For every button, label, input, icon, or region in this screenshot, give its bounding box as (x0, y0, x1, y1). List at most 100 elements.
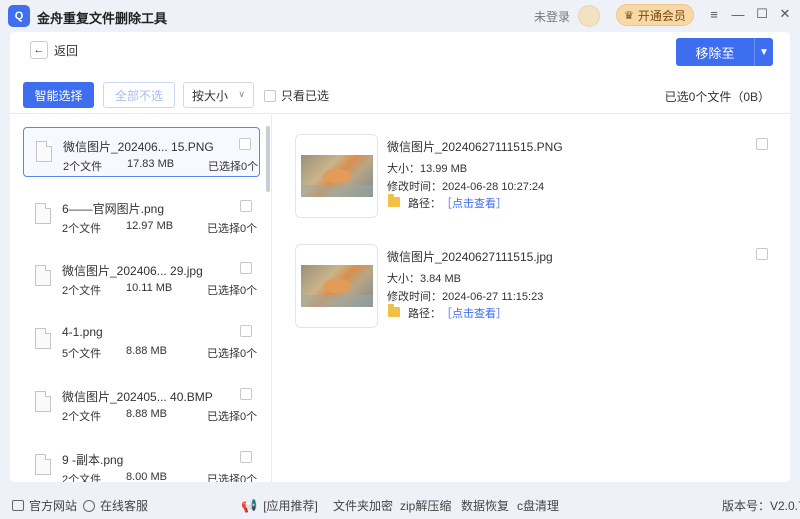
list-scrollbar[interactable] (266, 126, 270, 192)
recommend-label: [应用推荐] (263, 499, 318, 513)
main-panel: ← 返回 移除至 ▼ 智能选择 全部不选 按大小 ∨ 只看已选 已选0个文件（0… (10, 32, 790, 482)
zip-extract-link[interactable]: zip解压缩 (400, 497, 451, 514)
image-thumbnail[interactable] (295, 134, 378, 218)
file-name: 微信图片_20240627111515.PNG (387, 140, 563, 154)
minimize-icon[interactable]: — (730, 6, 746, 22)
view-path-link[interactable]: ［点击查看］ (441, 305, 507, 321)
sort-select[interactable]: 按大小 ∨ (183, 82, 254, 108)
sort-label: 按大小 (192, 88, 229, 103)
folder-icon (388, 304, 400, 317)
app-recommend[interactable]: 📢 [应用推荐] (241, 497, 318, 514)
file-card[interactable]: 微信图片_20240627111515.jpg 大小：3.84 MB 修改时间：… (295, 244, 770, 330)
group-checkbox[interactable] (239, 138, 251, 150)
group-size: 10.11 MB (126, 282, 173, 294)
group-name: 微信图片_202406... 29.jpg (62, 264, 203, 278)
file-card[interactable]: 微信图片_20240627111515.PNG 大小：13.99 MB 修改时间… (295, 134, 770, 220)
group-checkbox[interactable] (240, 200, 252, 212)
group-item[interactable]: 微信图片_202406... 29.jpg 2个文件 10.11 MB 已选择0… (23, 252, 260, 302)
move-to-label[interactable]: 移除至 (676, 38, 754, 66)
group-count: 5个文件 (62, 348, 102, 360)
speaker-icon: 📢 (241, 497, 258, 513)
group-selected: 已选择0个 (207, 285, 258, 297)
menu-icon[interactable]: ≡ (706, 6, 722, 22)
crown-icon: ♛ (624, 9, 634, 22)
group-checkbox[interactable] (240, 262, 252, 274)
group-name: 9 -副本.png (62, 453, 124, 467)
data-recovery-link[interactable]: 数据恢复 (461, 497, 509, 514)
group-checkbox[interactable] (240, 451, 252, 463)
official-website-label: 官方网站 (29, 499, 78, 513)
online-support-link[interactable]: 在线客服 (83, 497, 148, 514)
chevron-down-icon[interactable]: ▼ (754, 38, 773, 66)
duplicate-group-list: 微信图片_202406... 15.PNG 2个文件 17.83 MB 已选择0… (10, 115, 272, 482)
back-button[interactable]: ← 返回 (30, 41, 78, 59)
group-count: 2个文件 (63, 161, 103, 173)
group-selected: 已选择0个 (207, 474, 258, 482)
group-checkbox[interactable] (240, 325, 252, 337)
cat-photo (301, 155, 373, 197)
cat-photo (301, 265, 373, 307)
group-checkbox[interactable] (240, 388, 252, 400)
file-checkbox[interactable] (756, 138, 768, 150)
file-modified: 修改时间：2024-06-28 10:27:24 (387, 181, 545, 193)
unselect-all-button[interactable]: 全部不选 (103, 82, 175, 108)
group-selected: 已选择0个 (207, 411, 258, 423)
file-icon (35, 454, 51, 475)
group-item[interactable]: 微信图片_202406... 15.PNG 2个文件 17.83 MB 已选择0… (23, 127, 260, 177)
path-label: 路径： (408, 308, 441, 320)
group-selected: 已选择0个 (207, 348, 258, 360)
login-link[interactable]: 未登录 (534, 8, 570, 25)
group-name: 6——官网图片.png (62, 202, 165, 216)
path-label: 路径： (408, 198, 441, 210)
group-count: 2个文件 (62, 474, 102, 482)
version-label: 版本号：V2.0.7 (722, 499, 800, 513)
vip-button[interactable]: ♛ 开通会员 (616, 4, 694, 26)
app-logo-icon: Q (8, 5, 30, 27)
view-path-link[interactable]: ［点击查看］ (441, 195, 507, 211)
smart-select-button[interactable]: 智能选择 (23, 82, 94, 108)
selected-count: 已选0个文件（0B） (664, 90, 770, 104)
chevron-down-icon: ∨ (238, 89, 245, 99)
group-size: 8.00 MB (126, 471, 167, 482)
folder-icon (388, 194, 400, 207)
close-icon[interactable]: ✕ (777, 6, 793, 22)
file-icon (36, 141, 52, 162)
file-checkbox[interactable] (756, 248, 768, 260)
group-size: 17.83 MB (127, 158, 175, 170)
group-name: 微信图片_202406... 15.PNG (63, 140, 214, 154)
folder-encrypt-link[interactable]: 文件夹加密 (333, 497, 393, 514)
group-item[interactable]: 9 -副本.png 2个文件 8.00 MB 已选择0个 (23, 441, 260, 482)
monitor-icon (12, 500, 24, 511)
toolbar: 智能选择 全部不选 按大小 ∨ 只看已选 已选0个文件（0B） (10, 74, 790, 114)
file-icon (35, 203, 51, 224)
file-name: 微信图片_20240627111515.jpg (387, 250, 553, 264)
group-count: 2个文件 (62, 285, 102, 297)
only-selected-label: 只看已选 (281, 89, 330, 103)
file-icon (35, 265, 51, 286)
file-modified: 修改时间：2024-06-27 11:15:23 (387, 291, 544, 303)
group-item[interactable]: 6——官网图片.png 2个文件 12.97 MB 已选择0个 (23, 190, 260, 240)
group-size: 8.88 MB (126, 408, 167, 420)
group-size: 12.97 MB (126, 220, 174, 232)
group-selected: 已选择0个 (208, 161, 259, 173)
c-drive-clean-link[interactable]: c盘清理 (517, 497, 559, 514)
only-selected-checkbox[interactable] (264, 89, 276, 102)
back-label: 返回 (54, 43, 79, 58)
app-title: 金舟重复文件删除工具 (37, 11, 168, 26)
group-name: 4-1.png (62, 325, 103, 339)
file-size: 大小：3.84 MB (387, 273, 461, 285)
footer-bar: 官方网站 在线客服 📢 [应用推荐] 文件夹加密 zip解压缩 数据恢复 c盘清… (0, 494, 800, 516)
official-website-link[interactable]: 官方网站 (12, 497, 77, 514)
maximize-icon[interactable]: ☐ (754, 6, 770, 22)
image-thumbnail[interactable] (295, 244, 378, 328)
move-to-button[interactable]: 移除至 ▼ (676, 38, 773, 66)
headset-icon (83, 499, 95, 512)
only-selected-toggle[interactable]: 只看已选 (264, 87, 329, 104)
avatar[interactable] (578, 5, 600, 27)
group-item[interactable]: 4-1.png 5个文件 8.88 MB 已选择0个 (23, 315, 260, 365)
group-count: 2个文件 (62, 411, 102, 423)
group-selected: 已选择0个 (207, 223, 258, 235)
group-count: 2个文件 (62, 223, 102, 235)
group-item[interactable]: 微信图片_202405... 40.BMP 2个文件 8.88 MB 已选择0个 (23, 378, 260, 428)
file-size: 大小：13.99 MB (387, 163, 468, 175)
